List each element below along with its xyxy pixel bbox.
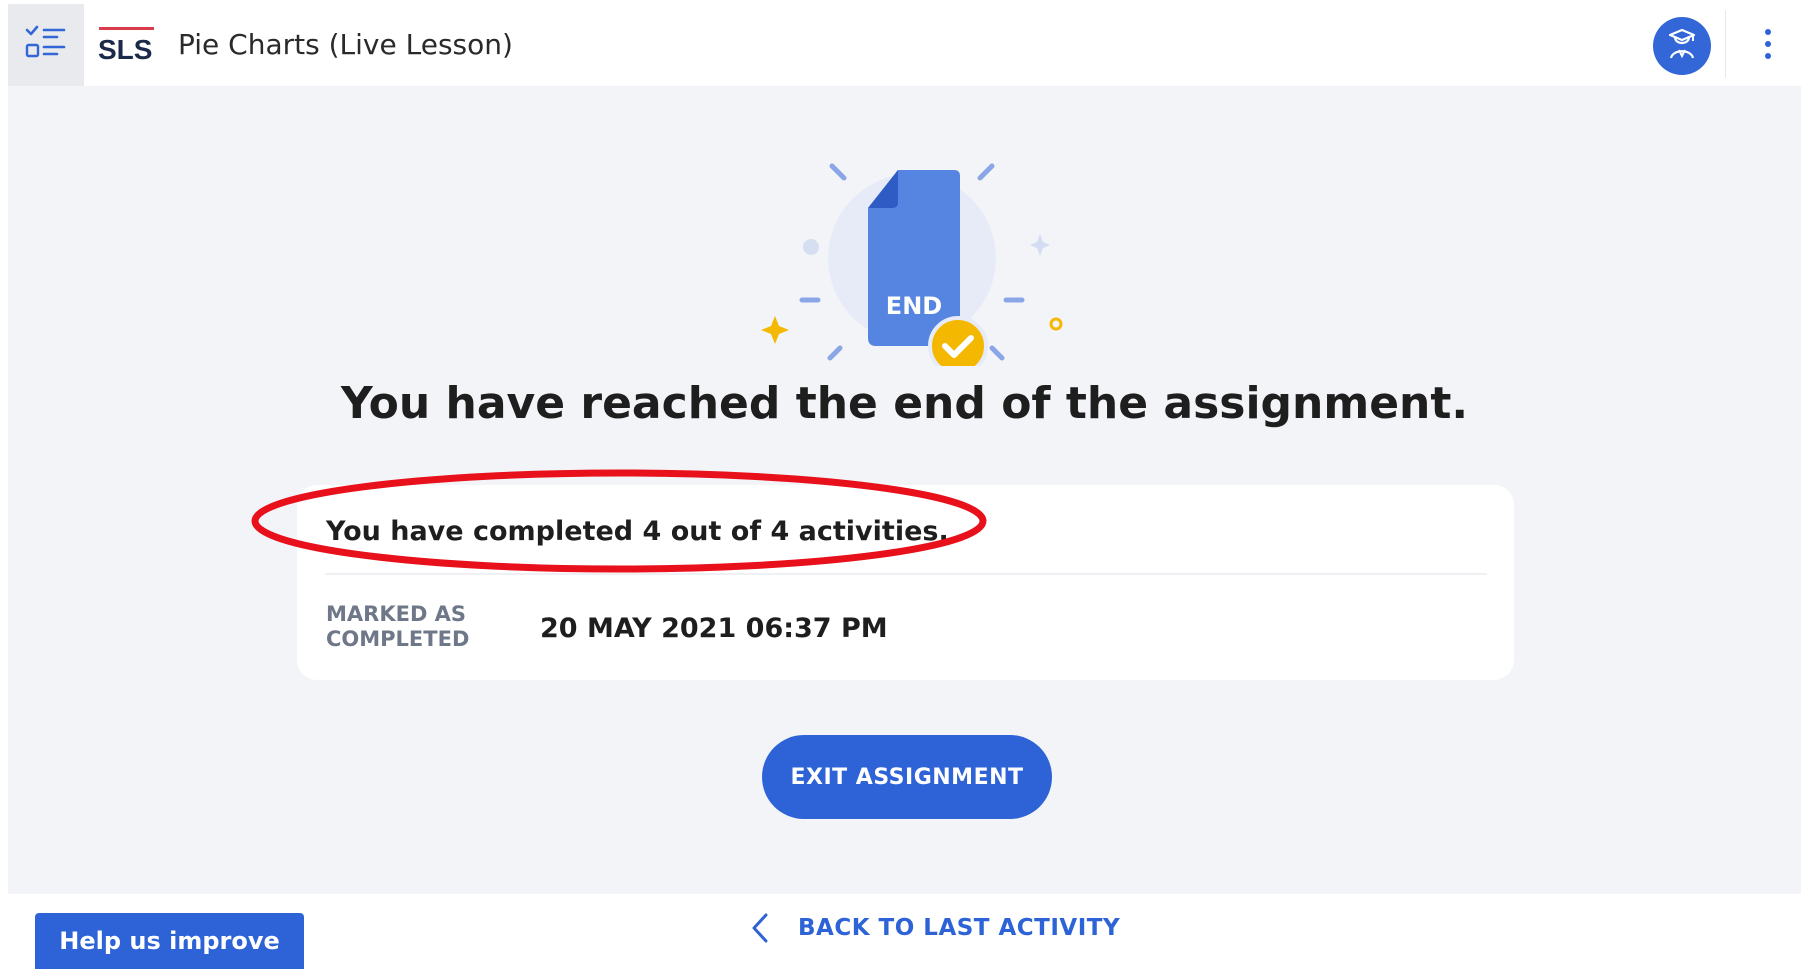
end-illustration: END [748,146,1078,376]
user-avatar-button[interactable] [1653,17,1711,75]
help-us-improve-button[interactable]: Help us improve [35,913,304,969]
menu-toggle-button[interactable] [8,4,84,86]
end-heading: You have reached the end of the assignme… [340,378,1469,429]
back-link-label: BACK TO LAST ACTIVITY [798,915,1121,941]
activities-completed-text: You have completed 4 out of 4 activities… [326,516,949,547]
end-doc-label: END [886,292,942,320]
check-badge-icon [928,316,988,376]
back-to-last-activity-link[interactable]: BACK TO LAST ACTIVITY [748,908,1120,948]
kebab-menu-icon [1764,28,1772,64]
header-divider [1725,10,1726,78]
summary-card: You have completed 4 out of 4 activities… [297,485,1514,680]
sls-logo: SLS [98,26,156,65]
more-options-button[interactable] [1753,22,1783,70]
chevron-left-icon [748,911,772,945]
student-avatar-icon [1664,26,1700,66]
app-frame: SLS Pie Charts (Live Lesson) END You hav… [8,0,1801,969]
top-bar: SLS Pie Charts (Live Lesson) [8,0,1801,86]
lesson-title: Pie Charts (Live Lesson) [178,28,513,61]
marked-completed-label: MARKED AS COMPLETED [326,602,470,651]
footer-bar: Help us improve BACK TO LAST ACTIVITY [8,894,1801,969]
main-content: END You have reached the end of the assi… [8,86,1801,894]
checklist-icon [24,24,68,66]
marked-completed-date: 20 MAY 2021 06:37 PM [540,613,888,644]
card-divider [325,573,1487,575]
logo-text: SLS [98,34,152,64]
exit-assignment-button[interactable]: EXIT ASSIGNMENT [762,735,1052,819]
